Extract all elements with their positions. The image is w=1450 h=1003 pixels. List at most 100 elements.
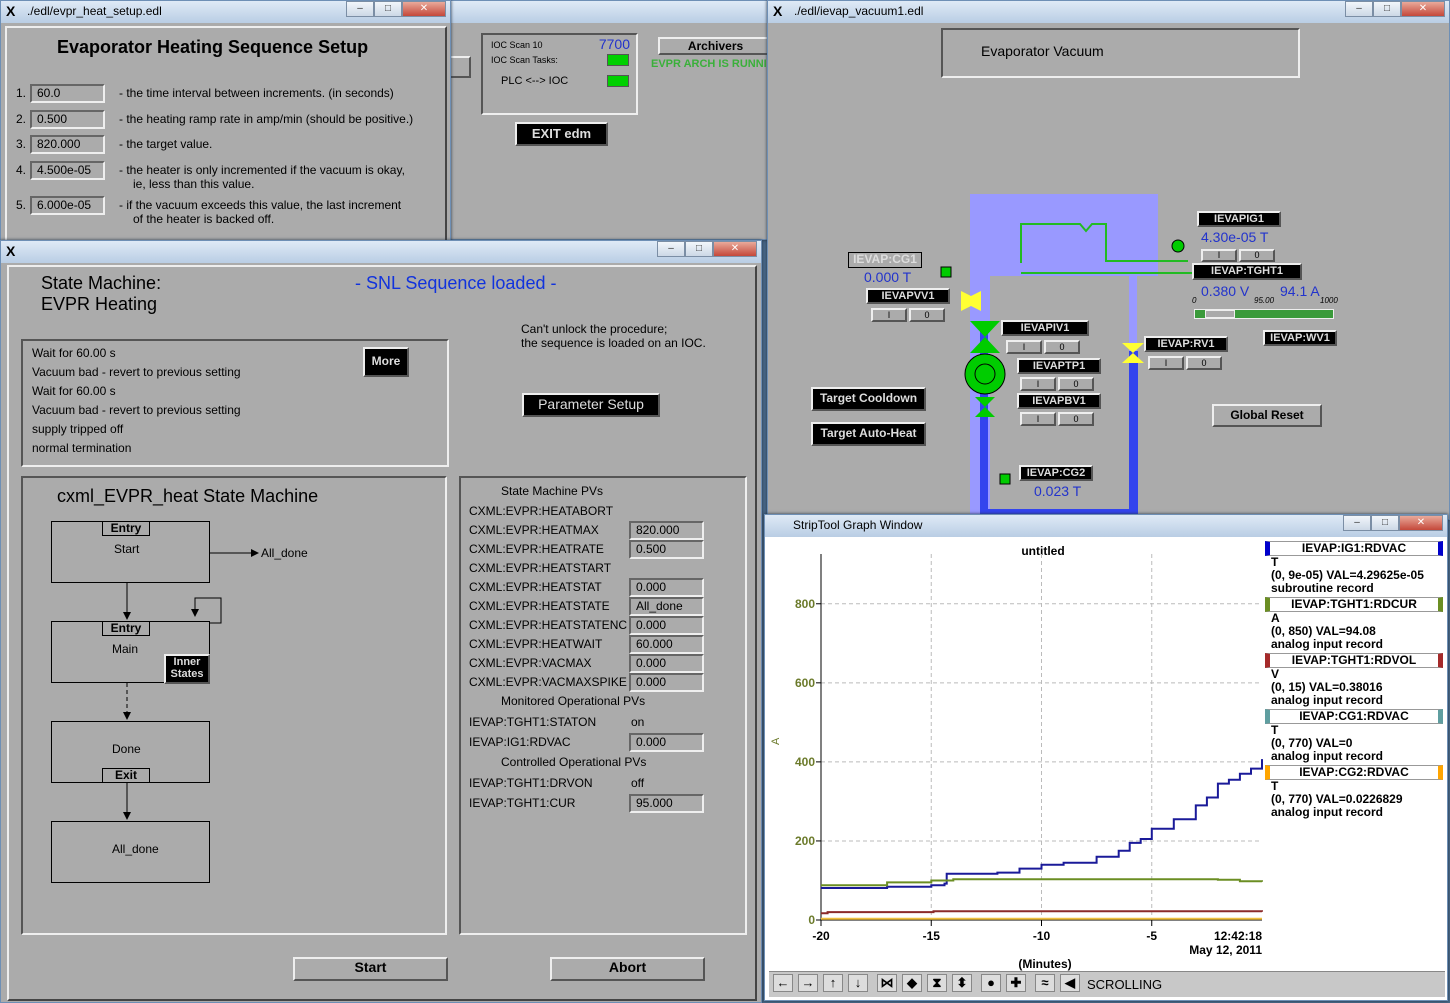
param-description: of the heater is backed off. xyxy=(133,212,275,226)
minimize-button[interactable]: – xyxy=(657,241,685,257)
title-bar[interactable]: StripTool Graph Window – □ ✕ xyxy=(765,515,1447,537)
close-button[interactable]: ✕ xyxy=(713,241,757,257)
pv-value[interactable]: 95.000 xyxy=(629,794,704,813)
piv1-label[interactable]: IEVAPIV1 xyxy=(1001,320,1089,336)
wv1-label[interactable]: IEVAP:WV1 xyxy=(1263,330,1337,346)
parameter-setup-button[interactable]: Parameter Setup xyxy=(522,393,660,417)
exit-edm-button[interactable]: EXIT edm xyxy=(515,122,608,146)
rv1-on-button[interactable]: I xyxy=(1148,356,1184,370)
piv1-on-button[interactable]: I xyxy=(1006,340,1042,354)
slider-thumb[interactable] xyxy=(1205,310,1235,318)
abort-button[interactable]: Abort xyxy=(550,957,705,981)
y-tick-label: 0 xyxy=(808,913,815,927)
state-start[interactable]: Entry Start xyxy=(51,521,210,583)
pan-left-icon[interactable]: ← xyxy=(773,974,793,992)
pvv1-on-button[interactable]: I xyxy=(871,308,907,322)
legend-entry[interactable]: IEVAP:TGHT1:RDVOL V (0, 15) VAL=0.38016 ana… xyxy=(1265,653,1443,707)
cg1-label[interactable]: IEVAP:CG1 xyxy=(848,252,922,268)
tght1-label[interactable]: IEVAP:TGHT1 xyxy=(1192,263,1302,280)
state-main[interactable]: Entry Main Inner States xyxy=(51,621,210,684)
pv-value[interactable]: 0.000 xyxy=(629,733,704,752)
param-5-input[interactable]: 6.000e-05 xyxy=(30,196,105,215)
pbv1-on-button[interactable]: I xyxy=(1020,412,1056,426)
pv-name: IEVAP:IG1:RDVAC xyxy=(469,735,571,749)
legend-trace-name[interactable]: IEVAP:IG1:RDVAC xyxy=(1265,541,1443,556)
ptp1-label[interactable]: IEVAPTP1 xyxy=(1017,358,1101,374)
param-2-input[interactable]: 0.500 xyxy=(30,110,105,129)
global-reset-button[interactable]: Global Reset xyxy=(1212,404,1322,427)
auto-scale-icon[interactable]: ● xyxy=(981,974,1001,992)
current-slider[interactable] xyxy=(1194,309,1334,319)
pv-value[interactable]: 0.000 xyxy=(629,616,704,635)
target-cooldown-button[interactable]: Target Cooldown xyxy=(811,387,926,411)
archivers-button[interactable]: Archivers xyxy=(658,37,773,55)
param-3-input[interactable]: 820.000 xyxy=(30,135,105,154)
maximize-button[interactable]: □ xyxy=(374,1,402,17)
pan-right-icon[interactable]: → xyxy=(798,974,818,992)
scroll-mode-icon[interactable]: ◀ xyxy=(1060,974,1080,992)
legend-entry[interactable]: IEVAP:TGHT1:RDCUR A (0, 850) VAL=94.08 anal… xyxy=(1265,597,1443,651)
param-description: - the time interval between increments. … xyxy=(119,86,394,100)
legend-entry[interactable]: IEVAP:CG2:RDVAC T (0, 770) VAL=0.0226829 an… xyxy=(1265,765,1443,819)
pv-value[interactable]: All_done xyxy=(629,597,704,616)
pvv1-label[interactable]: IEVAPVV1 xyxy=(866,288,950,304)
piv1-off-button[interactable]: 0 xyxy=(1044,340,1080,354)
maximize-button[interactable]: □ xyxy=(1371,515,1399,531)
param-1-input[interactable]: 60.0 xyxy=(30,84,105,103)
pv-value[interactable]: 820.000 xyxy=(629,521,704,540)
state-done[interactable]: Done Exit xyxy=(51,721,210,783)
pv-value[interactable]: 0.000 xyxy=(629,654,704,673)
pv-value[interactable]: 60.000 xyxy=(629,635,704,654)
pan-up-icon[interactable]: ↑ xyxy=(823,974,843,992)
legend-entry[interactable]: IEVAP:IG1:RDVAC T (0, 9e-05) VAL=4.29625e-… xyxy=(1265,541,1443,595)
rv1-off-button[interactable]: 0 xyxy=(1186,356,1222,370)
pbv1-label[interactable]: IEVAPBV1 xyxy=(1017,393,1101,409)
pv-value[interactable]: 0.500 xyxy=(629,540,704,559)
title-bar[interactable] xyxy=(441,1,774,23)
zoom-out-y-icon[interactable]: ⬍ xyxy=(952,974,972,992)
param-4-input[interactable]: 4.500e-05 xyxy=(30,161,105,180)
close-button[interactable]: ✕ xyxy=(402,1,446,17)
window-title: StripTool Graph Window xyxy=(793,518,923,532)
close-button[interactable]: ✕ xyxy=(1399,515,1443,531)
start-button[interactable]: Start xyxy=(293,957,448,981)
pv-value[interactable]: 0.000 xyxy=(629,578,704,597)
pvv1-off-button[interactable]: 0 xyxy=(909,308,945,322)
ptp1-on-button[interactable]: I xyxy=(1020,377,1056,391)
zoom-in-x-icon[interactable]: ⋈ xyxy=(877,974,897,992)
edm-main-window: IOC Scan 10 7700 IOC Scan Tasks: PLC <--… xyxy=(440,0,775,240)
pv-value[interactable]: 0.000 xyxy=(629,673,704,692)
inner-states-button[interactable]: Inner States xyxy=(164,654,210,684)
pbv1-off-button[interactable]: 0 xyxy=(1058,412,1094,426)
legend-entry[interactable]: IEVAP:CG1:RDVAC T (0, 770) VAL=0 analog inp… xyxy=(1265,709,1443,763)
pv-name: CXML:EVPR:HEATSTATE xyxy=(469,599,610,613)
refresh-icon[interactable]: ≈ xyxy=(1035,974,1055,992)
ig1-off-button[interactable]: 0 xyxy=(1239,249,1275,262)
all-done-arrow-label: All_done xyxy=(261,546,308,560)
maximize-button[interactable]: □ xyxy=(685,241,713,257)
legend-trace-name[interactable]: IEVAP:TGHT1:RDVOL xyxy=(1265,653,1443,668)
state-title-1: State Machine: xyxy=(41,273,162,293)
legend-trace-name[interactable]: IEVAP:TGHT1:RDCUR xyxy=(1265,597,1443,612)
legend-trace-name[interactable]: IEVAP:CG2:RDVAC xyxy=(1265,765,1443,780)
target-autoheat-button[interactable]: Target Auto-Heat xyxy=(811,422,926,446)
zoom-in-y-icon[interactable]: ⧗ xyxy=(927,974,947,992)
ig1-on-button[interactable]: I xyxy=(1201,249,1237,262)
more-button[interactable]: More xyxy=(363,347,409,377)
state-all-done[interactable]: All_done xyxy=(51,821,210,883)
legend-trace-name[interactable]: IEVAP:CG1:RDVAC xyxy=(1265,709,1443,724)
cg2-label[interactable]: IEVAP:CG2 xyxy=(1019,465,1093,481)
pv-section-header: Monitored Operational PVs xyxy=(501,694,646,708)
minimize-button[interactable]: – xyxy=(346,1,374,17)
ig1-label[interactable]: IEVAPIG1 xyxy=(1197,211,1281,227)
reset-icon[interactable]: ✚ xyxy=(1006,974,1026,992)
pan-down-icon[interactable]: ↓ xyxy=(848,974,868,992)
title-bar[interactable]: X ./edl/evpr_heat_setup.edl – □ ✕ xyxy=(1,1,450,23)
minimize-button[interactable]: – xyxy=(1343,515,1371,531)
tght1-voltage: 0.380 V xyxy=(1201,283,1250,299)
zoom-out-x-icon[interactable]: ◆ xyxy=(902,974,922,992)
ptp1-off-button[interactable]: 0 xyxy=(1058,377,1094,391)
title-bar[interactable]: X – □ ✕ xyxy=(1,241,761,263)
strip-chart[interactable]: untitled 0 200 400 600 800 -20 -15 -10 -5 A 12:42:1… xyxy=(765,537,1265,971)
rv1-label[interactable]: IEVAP:RV1 xyxy=(1144,336,1228,352)
